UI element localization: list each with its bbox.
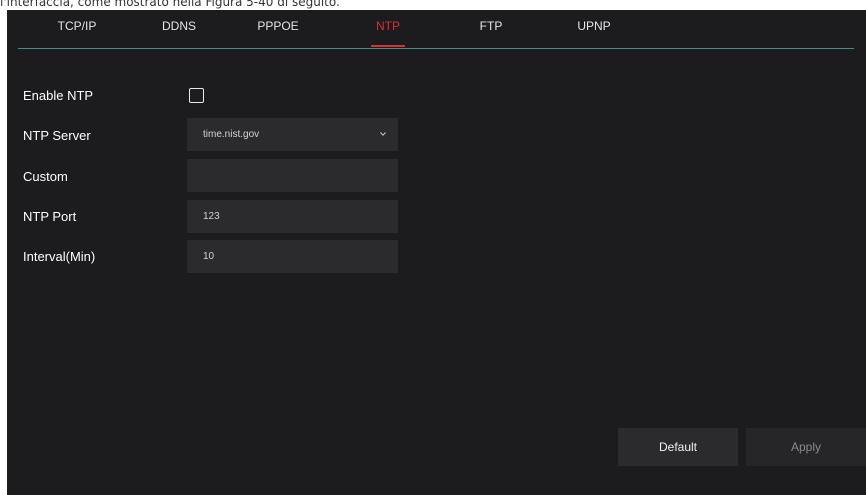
default-button[interactable]: Default [618,428,738,466]
interval-label: Interval(Min) [23,249,96,264]
enable-ntp-label: Enable NTP [23,88,94,103]
ntp-settings-panel: TCP/IP DDNS PPPOE NTP FTP UPNP Enable NT… [7,10,866,495]
ntp-port-label: NTP Port [23,209,77,224]
tab-tcpip[interactable]: TCP/IP [47,19,107,47]
ntp-server-label: NTP Server [23,128,91,143]
enable-ntp-checkbox[interactable] [189,88,204,103]
document-caption: l'interfaccia, come mostrato nella Figur… [0,0,340,9]
tab-ntp[interactable]: NTP [363,19,413,47]
interval-input[interactable]: 10 [187,240,398,273]
custom-label: Custom [23,169,68,184]
ntp-port-input[interactable]: 123 [187,200,398,233]
tab-ddns[interactable]: DDNS [154,19,204,47]
custom-server-input[interactable] [187,159,398,192]
tab-upnp[interactable]: UPNP [569,19,619,47]
apply-button[interactable]: Apply [746,428,866,466]
tab-pppoe[interactable]: PPPOE [248,19,308,47]
ntp-server-select[interactable]: time.nist.gov [187,118,398,151]
ntp-server-value: time.nist.gov [203,129,260,140]
chevron-down-icon [380,132,386,136]
tab-ftp[interactable]: FTP [471,19,511,47]
network-tabs: TCP/IP DDNS PPPOE NTP FTP UPNP [18,10,854,49]
